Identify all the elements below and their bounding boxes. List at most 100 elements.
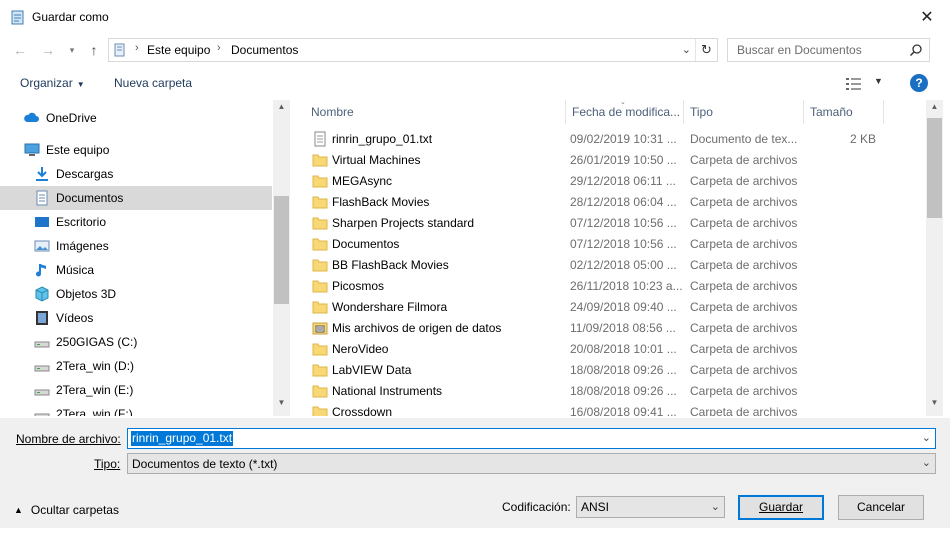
nav-item[interactable]: 250GIGAS (C:) <box>0 330 272 354</box>
nav-item[interactable]: Este equipo <box>0 138 272 162</box>
new-folder-button[interactable]: Nueva carpeta <box>114 76 192 90</box>
refresh-button[interactable]: ↻ <box>695 39 717 61</box>
computer-small-icon <box>114 43 125 57</box>
file-list: Nombre Fecha de modifica... Tipo Tamaño … <box>296 100 926 416</box>
search-box[interactable] <box>727 38 930 62</box>
file-row[interactable]: rinrin_grupo_01.txt 09/02/2019 10:31 ... D… <box>296 129 926 150</box>
organize-button[interactable]: Organizar ▼ <box>20 76 85 90</box>
forward-button[interactable]: → <box>40 42 56 58</box>
file-row[interactable]: Virtual Machines 26/01/2019 10:50 ... Carp… <box>296 150 926 171</box>
column-header-name[interactable]: Nombre <box>296 100 566 124</box>
file-date: 18/08/2018 09:26 ... <box>570 363 677 377</box>
file-name: BB FlashBack Movies <box>332 258 449 272</box>
file-row[interactable]: National Instruments 18/08/2018 09:26 ...… <box>296 381 926 402</box>
file-name: Picosmos <box>332 279 385 293</box>
save-label: Guardar <box>758 500 804 514</box>
nav-item[interactable]: Objetos 3D <box>0 282 272 306</box>
nav-item[interactable]: Descargas <box>0 162 272 186</box>
file-row[interactable]: Crossdown 16/08/2018 09:41 ... Carpeta de … <box>296 402 926 416</box>
up-button[interactable]: ↑ <box>86 42 102 58</box>
nav-scrollbar[interactable]: ▲ ▼ <box>273 100 290 416</box>
address-dropdown-icon[interactable]: ⌄ <box>682 43 691 56</box>
scroll-up-icon[interactable]: ▲ <box>926 102 943 118</box>
file-row[interactable]: FlashBack Movies 28/12/2018 06:04 ... Carp… <box>296 192 926 213</box>
folder-icon <box>312 152 328 168</box>
scroll-thumb[interactable] <box>274 196 289 304</box>
file-date: 20/08/2018 10:01 ... <box>570 342 677 356</box>
nav-item[interactable]: Vídeos <box>0 306 272 330</box>
navigation-pane: OneDrive Este equipo Descargas Documentos Es… <box>0 100 290 416</box>
chevron-down-icon: ⌄ <box>921 457 931 469</box>
filename-field[interactable]: rinrin_grupo_01.txt ⌄ <box>127 428 936 449</box>
nav-item-label: Imágenes <box>56 239 109 253</box>
nav-item[interactable]: 2Tera_win (F:) <box>0 402 272 416</box>
cloud-icon <box>24 110 40 126</box>
encoding-label: Codificación: <box>502 500 571 514</box>
list-scrollbar[interactable]: ▲ ▼ <box>926 100 943 416</box>
hide-folders-button[interactable]: ▲ Ocultar carpetas <box>14 503 119 517</box>
file-row[interactable]: Mis archivos de origen de datos 11/09/201… <box>296 318 926 339</box>
nav-item-label: Documentos <box>56 191 124 205</box>
recent-locations-button[interactable]: ▾ <box>64 42 80 58</box>
command-bar: Organizar ▼ Nueva carpeta <box>0 70 950 98</box>
file-name: MEGAsync <box>332 174 393 188</box>
data-source-folder-icon <box>312 320 328 336</box>
file-row[interactable]: Wondershare Filmora 24/09/2018 09:40 ... C… <box>296 297 926 318</box>
file-row[interactable]: MEGAsync 29/12/2018 06:11 ... Carpeta de a… <box>296 171 926 192</box>
folder-icon <box>312 299 328 315</box>
arrow-left-icon: ← <box>13 42 27 58</box>
file-row[interactable]: NeroVideo 20/08/2018 10:01 ... Carpeta de … <box>296 339 926 360</box>
cancel-button[interactable]: Cancelar <box>838 495 924 520</box>
nav-item-label: Este equipo <box>46 143 110 157</box>
filename-value[interactable]: rinrin_grupo_01.txt <box>131 431 234 446</box>
scroll-down-icon[interactable]: ▼ <box>273 398 290 414</box>
file-name: Wondershare Filmora <box>332 300 448 314</box>
file-type-select[interactable]: Documentos de texto (*.txt) ⌄ <box>127 453 936 474</box>
breadcrumb-documentos[interactable]: Documentos <box>231 43 298 57</box>
arrow-right-icon: → <box>41 42 55 58</box>
file-row[interactable]: BB FlashBack Movies 02/12/2018 05:00 ... C… <box>296 255 926 276</box>
scroll-thumb[interactable] <box>927 118 942 218</box>
file-date: 26/01/2019 10:50 ... <box>570 153 677 167</box>
view-options-button[interactable]: ▼ <box>846 76 886 92</box>
nav-item[interactable]: 2Tera_win (E:) <box>0 378 272 402</box>
file-date: 29/12/2018 06:11 ... <box>570 174 676 188</box>
nav-item[interactable]: Escritorio <box>0 210 272 234</box>
nav-item[interactable]: Imágenes <box>0 234 272 258</box>
save-button[interactable]: Guardar <box>738 495 824 520</box>
column-header-type[interactable]: Tipo <box>684 100 804 124</box>
file-date: 28/12/2018 06:04 ... <box>570 195 677 209</box>
file-date: 26/11/2018 10:23 a... <box>570 279 682 293</box>
address-bar[interactable]: › Este equipo › Documentos ⌄ ↻ <box>108 38 718 62</box>
filename-label: Nombre de archivo: <box>16 432 121 446</box>
nav-item[interactable]: Música <box>0 258 272 282</box>
file-date: 07/12/2018 10:56 ... <box>570 216 677 230</box>
encoding-select[interactable]: ANSI ⌄ <box>576 496 725 518</box>
file-name: Crossdown <box>332 405 393 416</box>
chevron-down-icon: ▾ <box>69 45 75 55</box>
file-row[interactable]: Documentos 07/12/2018 10:56 ... Carpeta de… <box>296 234 926 255</box>
caret-down-icon: ▼ <box>76 80 85 89</box>
chevron-down-icon[interactable]: ⌄ <box>922 431 931 444</box>
column-header-size[interactable]: Tamaño <box>804 100 884 124</box>
close-button[interactable]: ✕ <box>904 0 950 34</box>
folder-icon <box>312 194 328 210</box>
sort-indicator-icon: ⌄ <box>620 99 626 106</box>
scroll-down-icon[interactable]: ▼ <box>926 398 943 414</box>
file-date: 24/09/2018 09:40 ... <box>570 300 677 314</box>
breadcrumb-este-equipo[interactable]: Este equipo <box>147 43 210 57</box>
file-row[interactable]: Picosmos 26/11/2018 10:23 a... Carpeta de … <box>296 276 926 297</box>
nav-item[interactable]: 2Tera_win (D:) <box>0 354 272 378</box>
file-type: Carpeta de archivos <box>690 195 798 209</box>
nav-item[interactable]: Documentos <box>0 186 272 210</box>
file-row[interactable]: Sharpen Projects standard 07/12/2018 10:5… <box>296 213 926 234</box>
back-button[interactable]: ← <box>12 42 28 58</box>
file-row[interactable]: LabVIEW Data 18/08/2018 09:26 ... Carpeta … <box>296 360 926 381</box>
file-name: Sharpen Projects standard <box>332 216 475 230</box>
search-input[interactable] <box>728 39 908 61</box>
organize-label: Organizar <box>20 76 73 90</box>
nav-item[interactable]: OneDrive <box>0 106 272 130</box>
file-type-value: Documentos de texto (*.txt) <box>132 457 278 471</box>
help-button[interactable]: ? <box>910 74 928 92</box>
scroll-up-icon[interactable]: ▲ <box>273 102 290 118</box>
